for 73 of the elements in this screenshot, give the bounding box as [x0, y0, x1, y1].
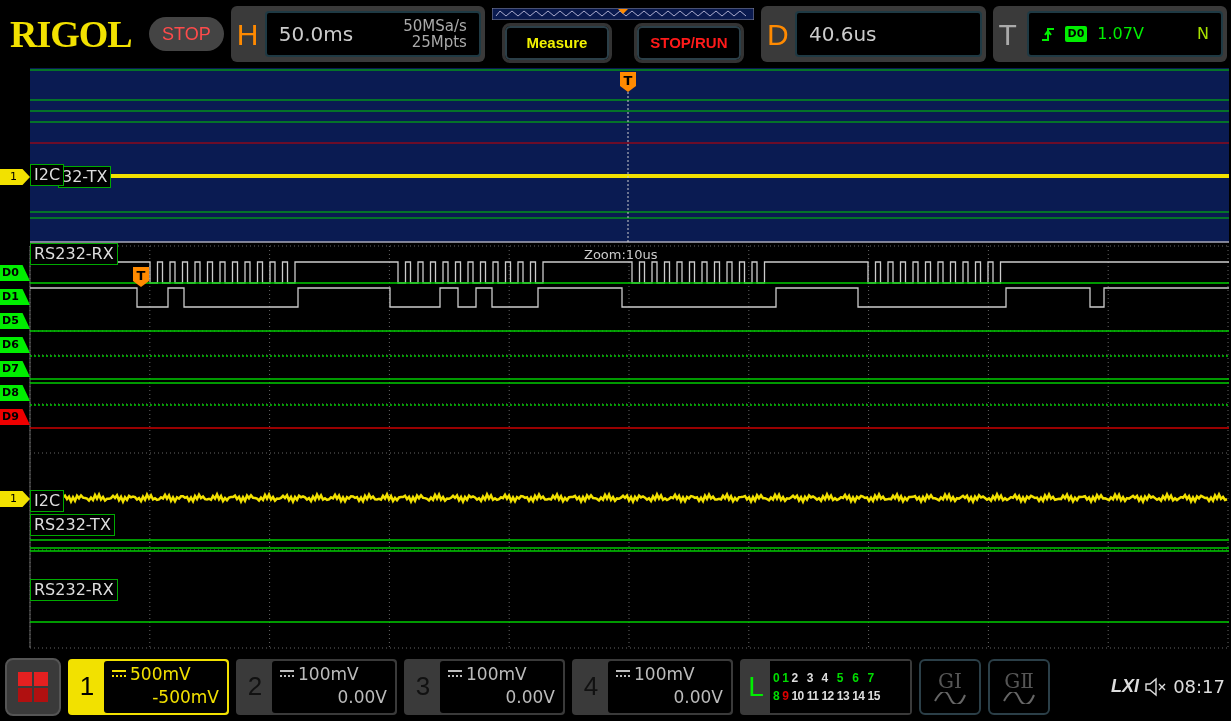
decode-label: I2C [30, 490, 65, 512]
channel-scale: 100mV [298, 662, 359, 685]
logic-bit: 3 [806, 669, 814, 687]
channel-scale: 100mV [634, 662, 695, 685]
delay-panel[interactable]: D 40.6us [760, 6, 986, 62]
logic-button[interactable]: L 0 1 2 3 4 5 6 7 8 9 10 11 12 13 14 15 [740, 658, 912, 715]
trigger-marker: T [620, 72, 636, 92]
menu-button[interactable] [5, 657, 61, 716]
digital-channel-label: D6 [0, 337, 30, 353]
trigger-source: D0 [1064, 25, 1088, 43]
logic-bit: 2 [791, 669, 799, 687]
panel-letter: D [766, 16, 789, 53]
zoom-title: Zoom:10us [584, 246, 658, 264]
panel-letter: T [998, 16, 1018, 53]
brand-logo: RIGOL [10, 15, 133, 53]
trigger-sweep: N [1197, 23, 1209, 45]
logic-bit: 10 [791, 687, 804, 705]
channel-offset: 0.00V [336, 685, 387, 709]
channel-scale: 100mV [466, 662, 527, 685]
channel-offset: 0.00V [504, 685, 555, 709]
clock-time: 08:17 [1173, 675, 1225, 699]
memory-depth: 25Mpts [410, 34, 467, 50]
delay-value: 40.6us [808, 21, 877, 48]
logic-bit: 5 [836, 669, 844, 687]
channel-scale: 500mV [130, 662, 191, 685]
channel-offset: 0.00V [672, 685, 723, 709]
run-status: STOP [148, 17, 224, 51]
dc-coupling-icon [112, 669, 126, 678]
channel-marker: 1 [0, 169, 30, 185]
logic-bit: 1 [782, 669, 789, 687]
digital-channel-label: D7 [0, 361, 30, 377]
decode-label: RS232-RX [30, 243, 118, 265]
panel-letter: H [236, 16, 259, 53]
sine-wave-icon [1003, 691, 1035, 704]
logic-bit: 14 [852, 687, 865, 705]
logic-bit: 11 [806, 687, 819, 705]
decode-label: RS232-TX [30, 514, 115, 536]
measure-button[interactable]: Measure [504, 26, 609, 60]
dc-coupling-icon [280, 669, 294, 678]
logic-bit: 12 [821, 687, 834, 705]
timebase-value: 50.0ms [278, 21, 354, 48]
sample-rate: 50MSa/s [403, 18, 467, 34]
horizontal-panel[interactable]: H 50.0ms 50MSa/s 25Mpts [230, 6, 485, 62]
digital-channel-label: D5 [0, 313, 30, 329]
logic-bit: 13 [836, 687, 850, 705]
dc-coupling-icon [448, 669, 462, 678]
logic-bit: 9 [782, 687, 789, 705]
channel-offset: -500mV [151, 685, 219, 709]
digital-channel-label: D1 [0, 289, 30, 305]
logic-bit: 0 [773, 669, 780, 687]
grid-icon [18, 671, 48, 702]
logic-bit: 6 [852, 669, 860, 687]
logic-bit: 15 [867, 687, 880, 705]
digital-channel-label: D8 [0, 385, 30, 401]
trigger-level: 1.07V [1097, 23, 1144, 45]
dc-coupling-icon [616, 669, 630, 678]
channel-number: 1 [78, 670, 96, 703]
channel-marker: 1 [0, 491, 30, 507]
digital-channel-label: D9 [0, 409, 30, 425]
trigger-marker: T [133, 267, 149, 287]
run-stop-button[interactable]: STOP/RUN [636, 26, 741, 60]
channel-button[interactable]: 1 500mV -500mV [68, 658, 229, 715]
logic-bit: 7 [867, 669, 875, 687]
decode-label: I2C [30, 164, 65, 186]
sine-wave-icon [934, 691, 966, 704]
logic-bit: 4 [821, 669, 829, 687]
trigger-panel[interactable]: T D0 1.07V N [992, 6, 1227, 62]
logic-label: L [747, 669, 765, 704]
digital-channel-label: D0 [0, 265, 30, 281]
rising-edge-icon [1040, 26, 1055, 42]
logic-bit: 8 [773, 687, 780, 705]
lxi-logo: LXI [1111, 675, 1140, 698]
decode-label: RS232-RX [30, 579, 118, 601]
